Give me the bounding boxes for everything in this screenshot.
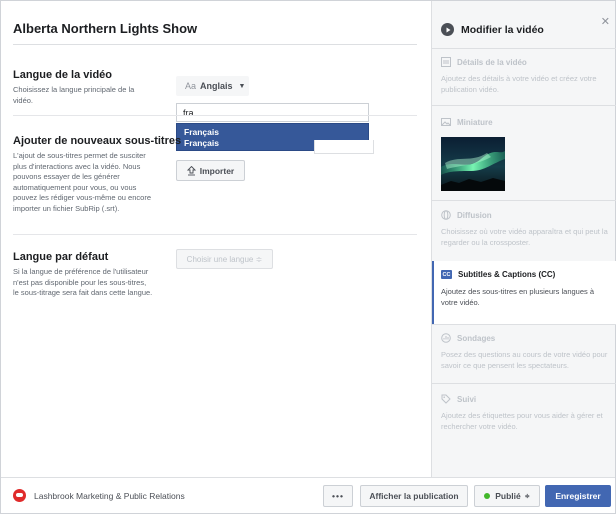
default-language-heading: Langue par défaut — [13, 251, 109, 263]
page-avatar — [13, 489, 26, 502]
sidebar-item-title: Détails de la vidéo — [441, 57, 527, 67]
upload-icon — [186, 165, 196, 175]
page-name: Lashbrook Marketing & Public Relations — [34, 491, 185, 501]
sidebar-item-title: Suivi — [441, 394, 476, 404]
sidebar-divider — [432, 200, 616, 201]
subtitle-language-box — [314, 140, 374, 154]
chevron-updown-icon: ≑ — [524, 493, 530, 500]
text-size-icon: Aa — [185, 81, 197, 91]
language-selector[interactable]: Aa Anglais ▼ — [176, 76, 249, 96]
language-search-input[interactable] — [176, 103, 369, 122]
sidebar-divider — [432, 48, 616, 49]
import-button[interactable]: Importer — [176, 160, 245, 181]
video-title: Alberta Northern Lights Show — [13, 21, 198, 36]
view-post-button[interactable]: Afficher la publication — [360, 485, 468, 507]
sidebar-item-description: Ajoutez des détails à votre vidéo et cré… — [441, 74, 597, 94]
edit-video-sidebar: Modifier la vidéo ✕ Détails de la vidéo … — [431, 1, 616, 477]
title-divider — [13, 44, 417, 45]
details-icon — [441, 57, 451, 67]
import-label: Importer — [199, 165, 235, 176]
sidebar-item-description: Posez des questions au cours de votre vi… — [441, 350, 608, 370]
poll-icon — [441, 333, 451, 343]
sidebar-item-description: Ajoutez des sous-titres en plusieurs lan… — [441, 287, 595, 307]
publish-status-button[interactable]: Publié ≑ — [474, 485, 540, 507]
video-language-heading: Langue de la vidéo — [13, 69, 113, 81]
sidebar-item-description: Ajoutez des étiquettes pour vous aider à… — [441, 411, 603, 431]
sidebar-item-description: Choisissez où votre vidéo apparaîtra et … — [441, 227, 608, 247]
section-divider — [13, 234, 417, 235]
choose-language-button[interactable]: Choisir une langue ≑ — [176, 249, 273, 269]
image-icon — [441, 118, 451, 126]
sidebar-item-title: CC Subtitles & Captions (CC) — [441, 270, 556, 279]
play-icon — [441, 23, 454, 36]
sidebar-divider — [432, 324, 616, 325]
close-icon[interactable]: ✕ — [601, 15, 610, 28]
more-options-button[interactable]: ••• — [323, 485, 353, 507]
sidebar-header: Modifier la vidéo — [441, 23, 544, 36]
sidebar-item-title: Diffusion — [441, 210, 492, 220]
section-divider — [13, 115, 417, 116]
sidebar-title: Modifier la vidéo — [461, 23, 544, 36]
default-language-description: Si la langue de préférence de l'utilisat… — [13, 267, 153, 297]
sidebar-divider — [432, 383, 616, 384]
video-thumbnail[interactable] — [441, 137, 505, 191]
sidebar-item-subtitles[interactable]: CC Subtitles & Captions (CC) Ajoutez des… — [432, 261, 616, 324]
save-button[interactable]: Enregistrer — [545, 485, 611, 507]
cc-icon: CC — [441, 270, 452, 279]
add-subtitles-description: L'ajout de sous-titres permet de suscite… — [13, 151, 151, 213]
status-label: Publié — [495, 491, 521, 501]
chevron-down-icon: ▼ — [238, 82, 246, 90]
sidebar-item-title: Sondages — [441, 333, 495, 343]
language-option[interactable]: Français — [177, 124, 368, 138]
video-language-description: Choisissez la langue principale de la vi… — [13, 85, 135, 105]
footer-bar: Lashbrook Marketing & Public Relations •… — [1, 477, 615, 513]
add-subtitles-heading: Ajouter de nouveaux sous-titres — [13, 135, 182, 147]
sidebar-divider — [432, 105, 616, 106]
status-dot-icon — [484, 493, 491, 499]
main-panel: Alberta Northern Lights Show Langue de l… — [1, 1, 431, 477]
sidebar-item-title: Miniature — [441, 117, 493, 127]
tag-icon — [441, 394, 451, 404]
selected-language: Anglais — [200, 81, 233, 91]
globe-icon — [441, 210, 451, 220]
